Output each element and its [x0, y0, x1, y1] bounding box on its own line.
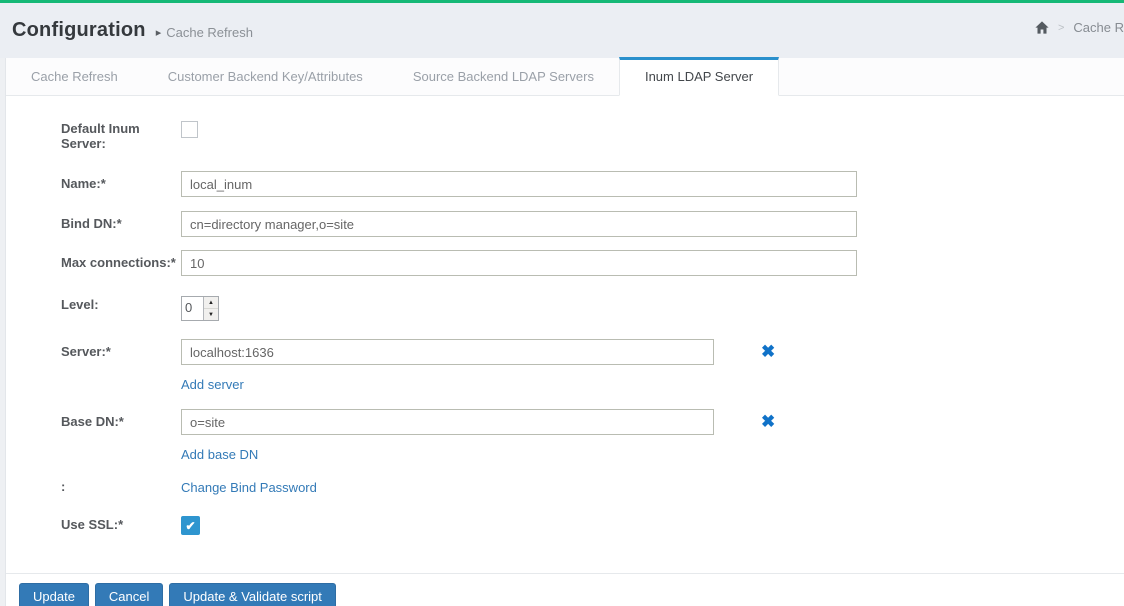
check-icon: ✔	[185, 518, 196, 533]
bind-dn-row: Bind DN:*	[61, 211, 1124, 237]
caret-right-icon: ▸	[155, 26, 162, 39]
bind-dn-input[interactable]	[181, 211, 857, 237]
home-icon[interactable]	[1035, 21, 1049, 34]
bind-dn-label: Bind DN:*	[61, 216, 122, 231]
default-inum-server-checkbox[interactable]	[181, 121, 198, 138]
max-connections-row: Max connections:*	[61, 250, 1124, 276]
tab-source-backend-ldap-servers[interactable]: Source Backend LDAP Servers	[388, 60, 619, 95]
server-row: Server:* ✖ Add server	[61, 339, 1124, 392]
level-spinner-buttons: ▲ ▼	[203, 297, 218, 320]
page-subtitle: Cache Refresh	[166, 24, 253, 40]
level-row: Level: 0 ▲ ▼	[61, 296, 1124, 321]
content-panel: Cache Refresh Customer Backend Key/Attri…	[5, 57, 1124, 606]
default-inum-server-label: Default Inum Server:	[61, 121, 140, 151]
cancel-button[interactable]: Cancel	[94, 583, 164, 606]
max-connections-input[interactable]	[181, 250, 857, 276]
update-validate-script-button[interactable]: Update & Validate script	[169, 583, 336, 606]
breadcrumb-label: Cache R	[1073, 20, 1124, 35]
base-dn-row: Base DN:* ✖ Add base DN	[61, 409, 1124, 462]
max-connections-label: Max connections:*	[61, 255, 176, 270]
footer-buttons: Update Cancel Update & Validate script	[6, 574, 1124, 606]
remove-server-icon[interactable]: ✖	[761, 339, 775, 365]
default-inum-server-row: Default Inum Server:	[61, 120, 1124, 151]
breadcrumb: > Cache R	[1035, 20, 1124, 35]
spinner-up-icon[interactable]: ▲	[204, 297, 218, 309]
level-spinner-value[interactable]: 0	[182, 297, 203, 320]
base-dn-input[interactable]	[181, 409, 714, 435]
tab-customer-backend-key-attributes[interactable]: Customer Backend Key/Attributes	[143, 60, 388, 95]
server-label: Server:*	[61, 344, 111, 359]
bind-password-row: : Change Bind Password	[61, 478, 1124, 495]
level-label: Level:	[61, 297, 99, 312]
add-server-link[interactable]: Add server	[181, 377, 775, 392]
add-base-dn-link[interactable]: Add base DN	[181, 447, 775, 462]
use-ssl-label: Use SSL:*	[61, 517, 124, 532]
page-header: Configuration ▸ Cache Refresh > Cache R	[0, 3, 1124, 58]
name-input[interactable]	[181, 171, 857, 197]
page-title: Configuration	[12, 19, 146, 41]
remove-base-dn-icon[interactable]: ✖	[761, 409, 775, 435]
base-dn-label: Base DN:*	[61, 414, 124, 429]
level-spinner: 0 ▲ ▼	[181, 296, 219, 321]
change-bind-password-link[interactable]: Change Bind Password	[181, 478, 317, 495]
breadcrumb-separator: >	[1057, 21, 1065, 34]
bind-password-label: :	[61, 479, 66, 494]
use-ssl-checkbox[interactable]: ✔	[181, 516, 200, 535]
name-label: Name:*	[61, 176, 106, 191]
name-row: Name:*	[61, 171, 1124, 197]
tab-cache-refresh[interactable]: Cache Refresh	[6, 60, 143, 95]
tab-inum-ldap-server[interactable]: Inum LDAP Server	[618, 57, 780, 96]
use-ssl-row: Use SSL:* ✔	[61, 516, 1124, 535]
spinner-down-icon[interactable]: ▼	[204, 309, 218, 320]
server-input[interactable]	[181, 339, 714, 365]
update-button[interactable]: Update	[19, 583, 89, 606]
inum-ldap-server-form: Default Inum Server: Name:* Bind DN:* Ma…	[6, 96, 1124, 535]
tab-bar: Cache Refresh Customer Backend Key/Attri…	[6, 57, 1124, 96]
